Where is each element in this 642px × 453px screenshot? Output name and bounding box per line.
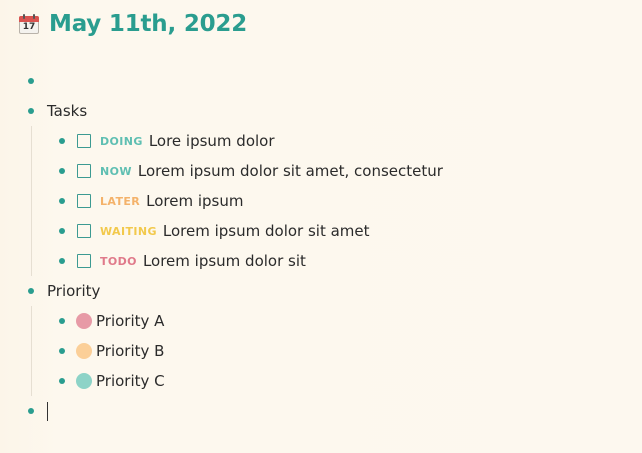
editing-block[interactable] [28, 396, 48, 426]
task-checkbox[interactable] [77, 194, 91, 208]
priority-b[interactable]: Priority B [59, 336, 164, 366]
priority-dot-icon [76, 373, 92, 389]
task-waiting[interactable]: WAITING Lorem ipsum dolor sit amet [59, 216, 370, 246]
task-doing[interactable]: DOING Lore ipsum dolor [59, 126, 275, 156]
task-text[interactable]: Lorem ipsum dolor sit amet, consectetur [138, 162, 443, 180]
empty-block[interactable] [28, 66, 34, 96]
task-checkbox[interactable] [77, 134, 91, 148]
block-bullet[interactable] [59, 168, 65, 174]
tasks-children-guide [31, 126, 32, 276]
block-bullet[interactable] [28, 288, 34, 294]
task-text[interactable]: Lore ipsum dolor [149, 132, 275, 150]
block-bullet[interactable] [59, 198, 65, 204]
page-title[interactable]: May 11th, 2022 [49, 11, 247, 37]
block-text[interactable]: Tasks [47, 102, 87, 120]
task-text[interactable]: Lorem ipsum dolor sit amet [163, 222, 370, 240]
task-marker-doing[interactable]: DOING [100, 135, 143, 148]
task-later[interactable]: LATER Lorem ipsum [59, 186, 244, 216]
priority-c[interactable]: Priority C [59, 366, 165, 396]
task-checkbox[interactable] [77, 254, 91, 268]
task-checkbox[interactable] [77, 164, 91, 178]
block-bullet[interactable] [59, 258, 65, 264]
task-text[interactable]: Lorem ipsum [146, 192, 243, 210]
block-bullet[interactable] [28, 108, 34, 114]
priority-label[interactable]: Priority C [96, 372, 165, 390]
block-tasks[interactable]: Tasks [28, 96, 87, 126]
task-now[interactable]: NOW Lorem ipsum dolor sit amet, consecte… [59, 156, 443, 186]
block-bullet[interactable] [59, 228, 65, 234]
priority-label[interactable]: Priority B [96, 342, 164, 360]
block-bullet[interactable] [59, 348, 65, 354]
task-text[interactable]: Lorem ipsum dolor sit [143, 252, 306, 270]
task-marker-waiting[interactable]: WAITING [100, 225, 157, 238]
block-bullet[interactable] [28, 78, 34, 84]
task-marker-now[interactable]: NOW [100, 165, 132, 178]
priority-dot-icon [76, 343, 92, 359]
block-bullet[interactable] [59, 318, 65, 324]
block-bullet[interactable] [59, 138, 65, 144]
block-text[interactable]: Priority [47, 282, 100, 300]
text-caret[interactable] [47, 401, 48, 421]
block-bullet[interactable] [59, 378, 65, 384]
task-marker-todo[interactable]: TODO [100, 255, 137, 268]
calendar-icon: 17 [18, 13, 40, 35]
block-priority[interactable]: Priority [28, 276, 100, 306]
task-todo[interactable]: TODO Lorem ipsum dolor sit [59, 246, 306, 276]
page-header: 17 May 11th, 2022 [18, 8, 247, 40]
priority-label[interactable]: Priority A [96, 312, 164, 330]
block-bullet[interactable] [28, 408, 34, 414]
priority-dot-icon [76, 313, 92, 329]
task-checkbox[interactable] [77, 224, 91, 238]
priority-children-guide [31, 306, 32, 396]
journal-page: 17 May 11th, 2022 Tasks DOING Lore ipsum… [0, 0, 642, 453]
task-marker-later[interactable]: LATER [100, 195, 140, 208]
priority-a[interactable]: Priority A [59, 306, 164, 336]
